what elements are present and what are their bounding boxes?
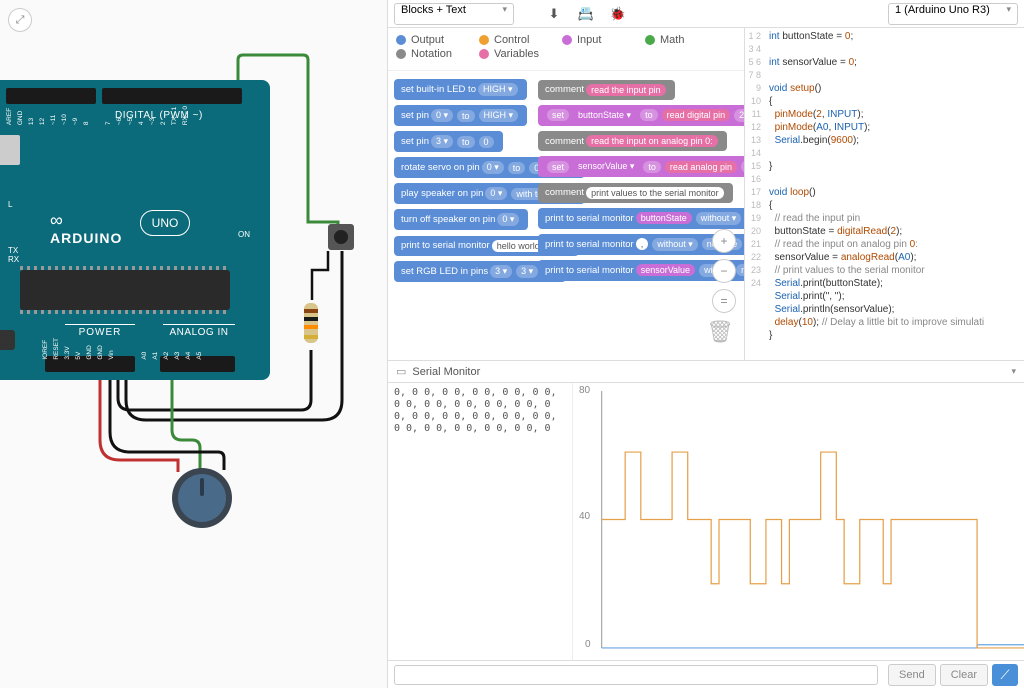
serial-plot[interactable]: 80 40 0	[573, 383, 1024, 660]
plot-ytick-40: 40	[579, 511, 590, 522]
category-math[interactable]: Math	[645, 34, 710, 46]
on-led-label: ON	[238, 230, 250, 239]
txrx-label: TXRX	[8, 246, 19, 264]
arduino-brand: ARDUINO	[50, 230, 122, 246]
download-icon[interactable]: ⬇	[544, 4, 564, 24]
usb-port	[0, 135, 20, 165]
code-editor[interactable]: 1 2 3 4 5 6 7 8 9 10 11 12 13 14 15 16 1…	[745, 28, 1024, 360]
serial-text-output[interactable]: 0, 0 0, 0 0, 0 0, 0 0, 0 0, 0 0, 0 0, 0 …	[388, 383, 573, 660]
power-section-label: POWER	[65, 324, 135, 338]
zoom-reset-button[interactable]: =	[712, 289, 736, 313]
send-button[interactable]: Send	[888, 664, 936, 686]
circuit-canvas[interactable]: AREFGND1312~11~10~987~6~54~32TX→1RX←0 IO…	[0, 0, 388, 688]
code-block[interactable]: print to serial monitor buttonStatewitho…	[538, 208, 745, 229]
code-block[interactable]: set pin 0 ▾toHIGH ▾	[394, 105, 527, 126]
pushbutton-component[interactable]	[326, 222, 356, 252]
code-block[interactable]: comment read the input pin	[538, 80, 675, 100]
blocks-zoom-controls: + − =	[712, 229, 736, 313]
digital-header-1[interactable]	[6, 88, 96, 104]
serial-icon[interactable]: 📇	[576, 4, 596, 24]
component-dropdown[interactable]: 1 (Arduino Uno R3)	[888, 3, 1018, 25]
debug-icon[interactable]: 🐞	[608, 4, 628, 24]
arduino-logo: ∞	[50, 210, 63, 231]
zoom-in-button[interactable]: +	[712, 229, 736, 253]
serial-header[interactable]: ▭ Serial Monitor ▾	[388, 361, 1024, 383]
zoom-out-button[interactable]: −	[712, 259, 736, 283]
code-block[interactable]: set built-in LED to HIGH ▾	[394, 79, 527, 100]
code-block[interactable]: comment read the input on analog pin 0:	[538, 131, 727, 151]
serial-monitor-panel: ▭ Serial Monitor ▾ 0, 0 0, 0 0, 0 0, 0 0…	[388, 360, 1024, 660]
barrel-jack	[0, 330, 15, 350]
power-analog-labels: IOREFRESET3.3V5VGNDGNDVinA0A1A2A3A4A5	[42, 338, 204, 360]
atmega-chip	[20, 270, 230, 310]
category-control[interactable]: Control	[479, 34, 544, 46]
category-notation[interactable]: Notation	[396, 48, 461, 60]
fit-view-button[interactable]	[8, 8, 32, 32]
blocks-workspace[interactable]: set built-in LED to HIGH ▾ set pin 0 ▾toH…	[388, 71, 744, 351]
resistor-component[interactable]	[302, 298, 320, 348]
category-input[interactable]: Input	[562, 34, 627, 46]
toolbar: Blocks + Text ⬇ 📇 🐞 1 (Arduino Uno R3)	[388, 0, 1024, 28]
digital-header-2[interactable]	[102, 88, 242, 104]
serial-input[interactable]	[394, 665, 878, 685]
plot-svg	[573, 383, 1024, 660]
code-block[interactable]: comment print values to the serial monit…	[538, 183, 733, 203]
clear-button[interactable]: Clear	[940, 664, 988, 686]
trash-icon[interactable]: 🗑	[706, 319, 734, 345]
uno-badge: UNO	[140, 210, 190, 236]
category-output[interactable]: Output	[396, 34, 461, 46]
code-text[interactable]: int buttonState = 0; int sensorValue = 0…	[769, 30, 1022, 342]
serial-title: Serial Monitor	[412, 366, 480, 378]
serial-monitor-icon: ▭	[396, 365, 406, 378]
code-gutter: 1 2 3 4 5 6 7 8 9 10 11 12 13 14 15 16 1…	[745, 30, 765, 290]
plot-ytick-0: 0	[585, 639, 591, 650]
code-block[interactable]: turn off speaker on pin 0 ▾	[394, 209, 528, 230]
block-categories: Output Control Input Math Notation Variables	[388, 28, 744, 71]
code-block[interactable]: set pin 3 ▾to0	[394, 131, 503, 152]
potentiometer-component[interactable]	[172, 468, 232, 528]
arduino-board[interactable]: AREFGND1312~11~10~987~6~54~32TX→1RX←0 IO…	[0, 80, 270, 380]
code-block[interactable]: setbuttonState ▾toread digital pin2 ▾	[538, 105, 745, 126]
blocks-panel: OutputControlInputMathNotationVariables …	[388, 28, 745, 360]
serial-input-bar: Send Clear ⟋	[388, 660, 1024, 688]
l-led-label: L	[8, 200, 12, 209]
graph-toggle-button[interactable]: ⟋	[992, 664, 1018, 686]
code-block[interactable]: setsensorValue ▾toread analog pinA0 ▾	[538, 156, 745, 177]
plot-ytick-80: 80	[579, 385, 590, 396]
category-variables[interactable]: Variables	[479, 48, 544, 60]
code-mode-dropdown[interactable]: Blocks + Text	[394, 3, 514, 25]
serial-collapse-icon[interactable]: ▾	[1011, 366, 1016, 377]
digital-section-label: DIGITAL (PWM ~)	[115, 110, 203, 121]
analog-section-label: ANALOG IN	[163, 324, 235, 338]
